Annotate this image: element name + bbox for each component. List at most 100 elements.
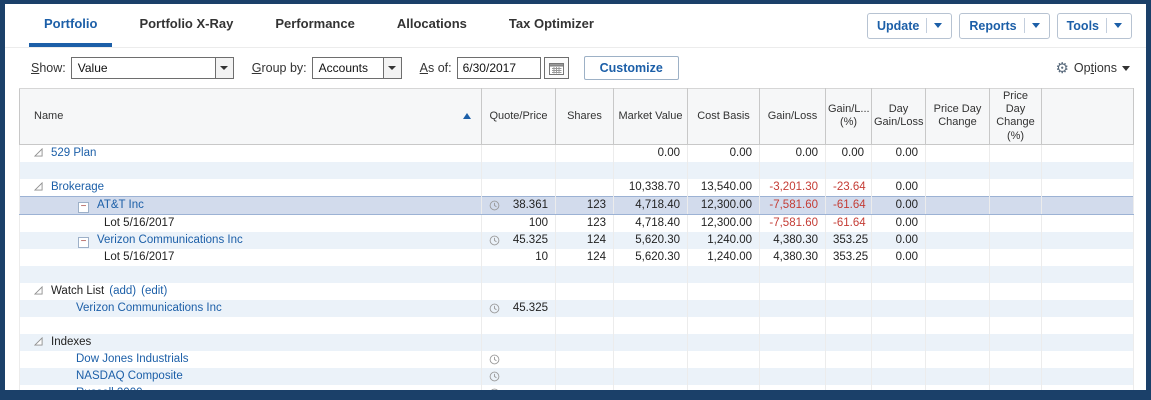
table-row-indexes[interactable]: Indexes bbox=[20, 334, 1134, 351]
row-action-link-edit[interactable]: (edit) bbox=[141, 285, 167, 297]
row-label[interactable]: Russell 2000 bbox=[76, 387, 142, 392]
name-cell: Dow Jones Industrials bbox=[20, 351, 482, 368]
costbasis-cell: 1,240.00 bbox=[688, 232, 760, 249]
pricedaychangepct-cell bbox=[990, 196, 1042, 214]
pricedaychangepct-cell bbox=[990, 179, 1042, 197]
costbasis-value: 1,240.00 bbox=[707, 251, 752, 263]
shares-value: 124 bbox=[587, 251, 606, 263]
empty-row[interactable] bbox=[20, 266, 1134, 283]
column-header-gain-loss-pct[interactable]: Gain/L...(%) bbox=[826, 89, 872, 145]
column-header-name[interactable]: Name bbox=[20, 89, 482, 145]
tab-portfolio[interactable]: Portfolio bbox=[29, 4, 112, 47]
row-label[interactable]: Verizon Communications Inc bbox=[97, 234, 243, 246]
reports-button[interactable]: Reports bbox=[959, 13, 1049, 39]
collapse-minus-icon[interactable]: − bbox=[78, 202, 89, 213]
row-label[interactable]: Verizon Communications Inc bbox=[76, 302, 222, 314]
gainloss-cell: -7,581.60 bbox=[760, 214, 826, 232]
tab-portfolio-x-ray[interactable]: Portfolio X-Ray bbox=[124, 4, 248, 47]
row-label[interactable]: NASDAQ Composite bbox=[76, 370, 183, 382]
name-cell: NASDAQ Composite bbox=[20, 368, 482, 385]
costbasis-cell: 12,300.00 bbox=[688, 196, 760, 214]
as-of-date-input[interactable] bbox=[457, 57, 541, 79]
column-header-price-day-change-pct[interactable]: Price DayChange(%) bbox=[990, 89, 1042, 145]
collapse-minus-icon[interactable]: − bbox=[78, 237, 89, 248]
daygainloss-cell bbox=[872, 334, 926, 351]
name-cell: Indexes bbox=[20, 334, 482, 351]
column-header-day-gain-loss[interactable]: DayGain/Loss bbox=[872, 89, 926, 145]
table-row-lot-5-16-2017[interactable]: Lot 5/16/20171001234,718.4012,300.00-7,5… bbox=[20, 214, 1134, 232]
options-button[interactable]: ⚙ Options bbox=[1055, 61, 1146, 76]
group-by-dropdown[interactable]: Accounts bbox=[312, 57, 402, 79]
column-header-price-day-change[interactable]: Price DayChange bbox=[926, 89, 990, 145]
table-row-verizon-communications-inc[interactable]: Verizon Communications Inc45.325 bbox=[20, 300, 1134, 317]
costbasis-cell bbox=[688, 283, 760, 300]
marketvalue-value: 10,338.70 bbox=[629, 181, 680, 193]
pricedaychange-cell bbox=[926, 368, 990, 385]
row-label[interactable]: Brokerage bbox=[51, 181, 104, 193]
marketvalue-value: 5,620.30 bbox=[635, 234, 680, 246]
button-divider bbox=[926, 18, 927, 33]
quote-cell: 10 bbox=[482, 249, 556, 266]
blank-cell bbox=[1042, 249, 1134, 266]
pricedaychange-cell bbox=[926, 214, 990, 232]
table-row-lot-5-16-2017[interactable]: Lot 5/16/2017101245,620.301,240.004,380.… bbox=[20, 249, 1134, 266]
expander-triangle-icon[interactable] bbox=[34, 148, 43, 157]
row-action-link-add[interactable]: (add) bbox=[109, 285, 136, 297]
pricedaychangepct-cell bbox=[990, 368, 1042, 385]
calendar-button[interactable] bbox=[544, 57, 569, 79]
gainlosspct-cell bbox=[826, 385, 872, 392]
update-label: Update bbox=[877, 19, 919, 33]
quote-value: 45.325 bbox=[513, 234, 548, 246]
table-row-watch-list[interactable]: Watch List(add)(edit) bbox=[20, 283, 1134, 300]
empty-row[interactable] bbox=[20, 317, 1134, 334]
row-label[interactable]: 529 Plan bbox=[51, 147, 96, 159]
gainloss-cell bbox=[760, 300, 826, 317]
tab-performance[interactable]: Performance bbox=[260, 4, 369, 47]
chevron-down-icon bbox=[1114, 23, 1122, 28]
clock-icon bbox=[489, 200, 500, 211]
show-dropdown[interactable]: Value bbox=[71, 57, 234, 79]
pricedaychange-cell bbox=[926, 196, 990, 214]
table-row-brokerage[interactable]: Brokerage10,338.7013,540.00-3,201.30-23.… bbox=[20, 179, 1134, 197]
blank-cell bbox=[1042, 196, 1134, 214]
column-header-cost-basis[interactable]: Cost Basis bbox=[688, 89, 760, 145]
table-row-529-plan[interactable]: 529 Plan0.000.000.000.000.00 bbox=[20, 144, 1134, 162]
tab-list: Portfolio Portfolio X-Ray Performance Alloc… bbox=[5, 4, 621, 47]
column-header-shares[interactable]: Shares bbox=[556, 89, 614, 145]
daygainloss-cell: 0.00 bbox=[872, 179, 926, 197]
name-cell: Lot 5/16/2017 bbox=[20, 214, 482, 232]
pricedaychangepct-cell bbox=[990, 385, 1042, 392]
marketvalue-value: 4,718.40 bbox=[635, 199, 680, 211]
expander-triangle-icon[interactable] bbox=[34, 337, 43, 346]
column-header-market-value[interactable]: Market Value bbox=[614, 89, 688, 145]
table-row-russell-2000[interactable]: Russell 2000 bbox=[20, 385, 1134, 392]
blank-cell bbox=[1042, 351, 1134, 368]
name-cell: Watch List(add)(edit) bbox=[20, 283, 482, 300]
gainlosspct-cell bbox=[826, 266, 872, 283]
gainlosspct-cell bbox=[826, 317, 872, 334]
table-row-dow-jones-industrials[interactable]: Dow Jones Industrials bbox=[20, 351, 1134, 368]
expander-triangle-icon[interactable] bbox=[34, 286, 43, 295]
pricedaychange-cell bbox=[926, 283, 990, 300]
tab-allocations[interactable]: Allocations bbox=[382, 4, 482, 47]
tab-tax-optimizer[interactable]: Tax Optimizer bbox=[494, 4, 609, 47]
column-header-quote-price[interactable]: Quote/Price bbox=[482, 89, 556, 145]
expander-triangle-icon[interactable] bbox=[34, 182, 43, 191]
table-row-verizon-communications-inc[interactable]: −Verizon Communications Inc45.3251245,62… bbox=[20, 232, 1134, 249]
portfolio-table: NameQuote/PriceSharesMarket ValueCost Ba… bbox=[19, 88, 1134, 392]
empty-row[interactable] bbox=[20, 162, 1134, 179]
row-label[interactable]: AT&T Inc bbox=[97, 199, 144, 211]
pricedaychange-cell bbox=[926, 144, 990, 162]
pricedaychangepct-cell bbox=[990, 317, 1042, 334]
shares-cell bbox=[556, 317, 614, 334]
update-button[interactable]: Update bbox=[867, 13, 952, 39]
gainlosspct-cell bbox=[826, 283, 872, 300]
pricedaychangepct-cell bbox=[990, 162, 1042, 179]
customize-button[interactable]: Customize bbox=[584, 56, 679, 80]
row-label[interactable]: Dow Jones Industrials bbox=[76, 353, 189, 365]
tools-button[interactable]: Tools bbox=[1057, 13, 1132, 39]
quote-cell bbox=[482, 144, 556, 162]
table-row-nasdaq-composite[interactable]: NASDAQ Composite bbox=[20, 368, 1134, 385]
table-row-at-t-inc[interactable]: −AT&T Inc38.3611234,718.4012,300.00-7,58… bbox=[20, 196, 1134, 214]
column-header-gain-loss[interactable]: Gain/Loss bbox=[760, 89, 826, 145]
